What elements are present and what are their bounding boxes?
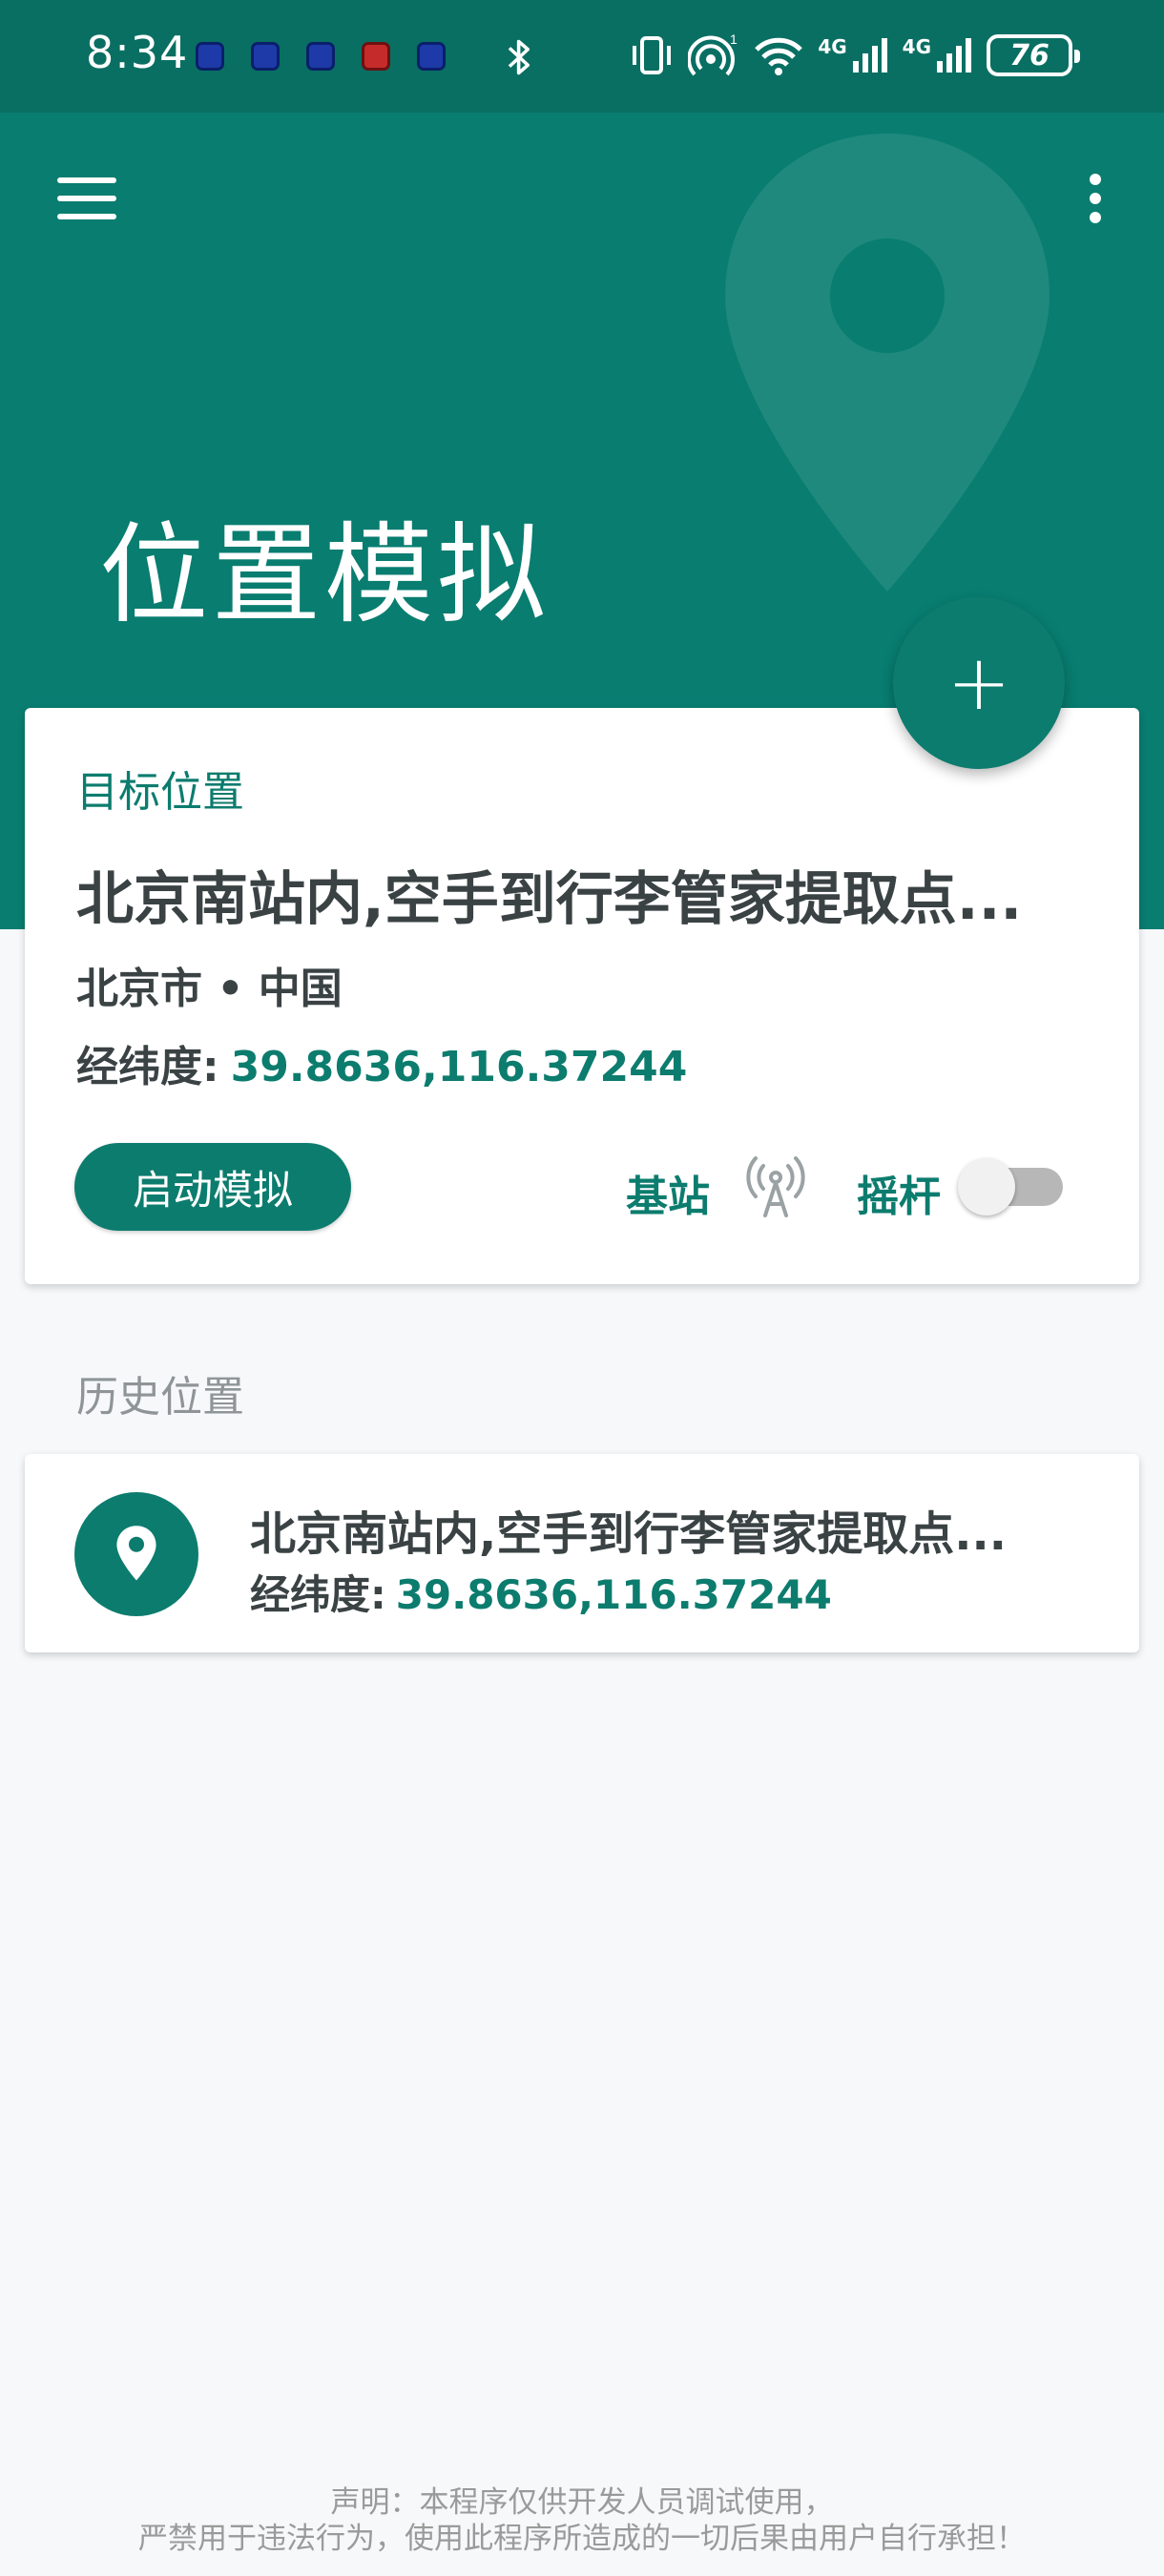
- signal-icon: [937, 38, 971, 73]
- map-pin-icon: [116, 1526, 156, 1581]
- notification-icons: [196, 42, 446, 71]
- target-location-card: 目标位置 北京南站内,空手到行李管家提取点... 北京市 • 中国 经纬度: 39…: [25, 708, 1139, 1284]
- joystick-label: 摇杆: [857, 1173, 941, 1221]
- notification-app-icon: [362, 42, 390, 71]
- menu-icon: [57, 177, 116, 183]
- base-station-label: 基站: [626, 1173, 710, 1221]
- hotspot-icon: 1: [688, 32, 738, 76]
- coord-value: 39.8636,116.37244: [395, 1571, 832, 1618]
- menu-button[interactable]: [53, 170, 120, 227]
- coord-label: 经纬度:: [250, 1571, 386, 1618]
- toggle-thumb: [958, 1158, 1015, 1215]
- coord-label: 经纬度:: [76, 1043, 219, 1091]
- vibrate-icon: [633, 36, 672, 74]
- menu-icon-bar: [57, 196, 116, 201]
- page-title: 位置模拟: [99, 511, 551, 638]
- target-coordinates: 经纬度: 39.8636,116.37244: [76, 1032, 687, 1093]
- more-vert-dot: [1090, 193, 1101, 204]
- history-section-title: 历史位置: [76, 1373, 244, 1422]
- notification-app-icon: [417, 42, 446, 71]
- antenna-icon[interactable]: [742, 1154, 809, 1221]
- location-pin-icon: [74, 1492, 198, 1616]
- wifi-icon: [755, 37, 803, 75]
- bluetooth-icon: [508, 39, 530, 75]
- more-options-button[interactable]: [1076, 170, 1114, 227]
- notification-app-icon: [196, 42, 224, 71]
- svg-text:1: 1: [730, 32, 738, 47]
- status-bar: 8:34 1 4G 4G 76: [0, 0, 1164, 113]
- joystick-toggle[interactable]: [958, 1158, 1065, 1215]
- target-section-label: 目标位置: [76, 768, 244, 817]
- history-place-name: 北京南站内,空手到行李管家提取点...: [250, 1507, 1007, 1561]
- disclaimer: 声明：本程序仅供开发人员调试使用， 严禁用于违法行为，使用此程序所造成的一切后果…: [0, 2484, 1164, 2557]
- more-vert-dot: [1090, 212, 1101, 223]
- add-icon: +: [946, 638, 1011, 727]
- target-region: 北京市 • 中国: [76, 965, 343, 1013]
- notification-app-icon: [251, 42, 280, 71]
- target-place-name: 北京南站内,空手到行李管家提取点...: [76, 868, 1023, 931]
- network-type-label: 4G: [902, 35, 931, 58]
- coord-value: 39.8636,116.37244: [230, 1043, 688, 1091]
- history-list-item[interactable]: 北京南站内,空手到行李管家提取点... 经纬度: 39.8636,116.3724…: [25, 1454, 1139, 1652]
- map-pin-watermark-icon: [725, 134, 1050, 592]
- history-coordinates: 经纬度: 39.8636,116.37244: [250, 1563, 832, 1621]
- signal-icon: [852, 38, 887, 73]
- start-simulation-button[interactable]: 启动模拟: [74, 1143, 351, 1231]
- more-vert-icon: [1090, 174, 1101, 185]
- disclaimer-line-1: 声明：本程序仅供开发人员调试使用，: [330, 2485, 834, 2520]
- menu-icon-bar: [57, 214, 116, 219]
- notification-app-icon: [306, 42, 335, 71]
- disclaimer-line-2: 严禁用于违法行为，使用此程序所造成的一切后果由用户自行承担！: [138, 2522, 1026, 2556]
- add-location-button[interactable]: +: [893, 597, 1065, 769]
- network-type-label: 4G: [818, 35, 847, 58]
- status-right-icons: 1 4G 4G 76: [629, 32, 1080, 78]
- status-time: 8:34: [86, 27, 189, 78]
- battery-indicator: 76: [987, 34, 1080, 76]
